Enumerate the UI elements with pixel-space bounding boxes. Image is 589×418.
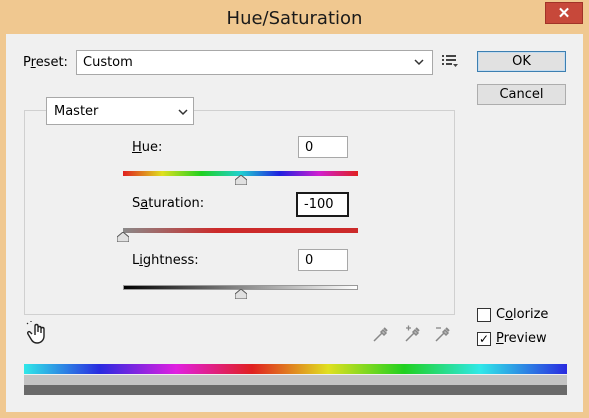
lightness-slider-thumb[interactable] [234,289,247,299]
colorize-label: Colorize [496,307,549,322]
saturation-slider-thumb[interactable] [117,232,129,242]
preset-value: Custom [83,55,133,70]
close-button[interactable]: ✕ [545,2,583,24]
output-color-bar [24,375,567,385]
preview-label: Preview [496,331,547,346]
hue-slider-thumb[interactable] [234,175,247,185]
hue-input[interactable]: 0 [298,136,348,158]
targeted-adjustment-hand-icon[interactable] [26,321,50,345]
lightness-input[interactable]: 0 [298,249,348,271]
hue-label: Hue: [132,140,163,155]
channel-dropdown[interactable]: Master [46,97,194,125]
chevron-down-icon [414,59,424,66]
window-title: Hue/Saturation [226,8,363,29]
eyedropper-icon[interactable] [371,324,391,344]
preset-options-icon[interactable] [442,54,458,68]
title-bar[interactable]: Hue/Saturation ✕ [0,0,589,36]
lightness-label: Lightness: [132,253,199,268]
colorize-checkbox[interactable] [477,308,491,322]
preview-checkbox[interactable]: ✓ [477,332,491,346]
input-color-bar [24,364,567,374]
saturation-input[interactable]: -100 [296,192,349,217]
dialog-window: Hue/Saturation ✕ Preset: Custom OK Cance… [0,0,589,418]
ok-button[interactable]: OK [477,51,566,72]
eyedropper-subtract-icon[interactable] [433,324,453,344]
preset-dropdown[interactable]: Custom [76,50,433,75]
dialog-body: Preset: Custom OK Cancel Master Hue: 0 S… [6,34,583,412]
preset-label: Preset: [23,55,68,70]
saturation-label: Saturation: [132,196,205,211]
output-color-bar-shadow [24,385,567,395]
eyedropper-add-icon[interactable] [403,324,423,344]
check-icon: ✓ [478,332,490,346]
close-icon: ✕ [557,5,571,22]
chevron-down-icon [178,109,188,116]
saturation-slider-track[interactable] [123,228,358,233]
cancel-button[interactable]: Cancel [477,84,566,105]
channel-value: Master [54,104,99,119]
